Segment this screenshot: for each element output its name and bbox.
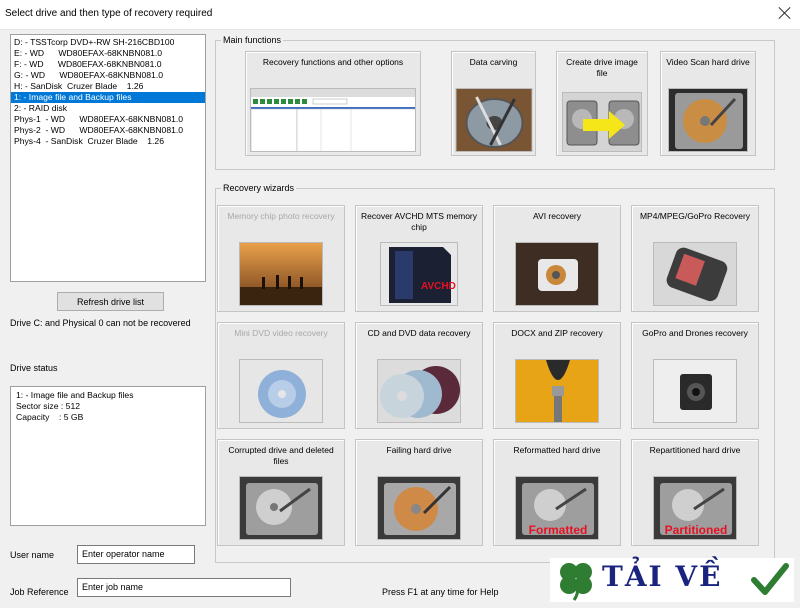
user-name-input[interactable]: Enter operator name xyxy=(77,545,195,564)
drive-status-label: Drive status xyxy=(10,363,58,373)
carving-knife-icon xyxy=(455,88,532,152)
tile-label: Video Scan hard drive xyxy=(666,57,750,67)
data-carving-tile[interactable]: Data carving xyxy=(451,51,536,156)
clover-icon xyxy=(560,563,592,601)
repartitioned-drive-tile[interactable]: Repartitioned hard drive Partitioned xyxy=(631,439,759,546)
partitioned-drive-icon: Partitioned xyxy=(653,476,737,540)
drive-item[interactable]: Phys-1 - WD WD80EFAX-68KNBN081.0 xyxy=(11,114,205,125)
status-line: 1: - Image file and Backup files xyxy=(16,390,134,400)
drive-item[interactable]: E: - WD WD80EFAX-68KNBN081.0 xyxy=(11,48,205,59)
mini-dvd-tile: Mini DVD video recovery xyxy=(217,322,345,429)
help-hint: Press F1 at any time for Help xyxy=(382,587,499,597)
partitioned-text: Partitioned xyxy=(665,523,728,537)
user-name-label: User name xyxy=(10,550,55,560)
create-drive-image-tile[interactable]: Create drive image file xyxy=(556,51,648,156)
avi-recovery-tile[interactable]: AVI recovery xyxy=(493,205,621,312)
tile-label: Repartitioned hard drive xyxy=(649,445,741,455)
tile-label: DOCX and ZIP recovery xyxy=(511,328,603,338)
sd-card-icon: AVCHD xyxy=(380,242,458,306)
job-reference-label: Job Reference xyxy=(10,587,69,597)
tile-label: CD and DVD data recovery xyxy=(367,328,471,338)
recovery-functions-tile[interactable]: Recovery functions and other options xyxy=(245,51,421,156)
drive-copy-icon xyxy=(562,92,642,152)
mini-dvd-icon xyxy=(239,359,323,423)
drive-item[interactable]: Phys-2 - WD WD80EFAX-68KNBN081.0 xyxy=(11,125,205,136)
status-line: Sector size : 512 xyxy=(16,401,81,411)
action-camera-icon xyxy=(653,359,737,423)
title-bar: Select drive and then type of recovery r… xyxy=(0,0,800,30)
tile-label: AVI recovery xyxy=(532,211,582,221)
main-functions-title: Main functions xyxy=(221,35,284,46)
drive-warning: Drive C: and Physical 0 can not be recov… xyxy=(10,318,191,328)
failing-hard-drive-tile[interactable]: Failing hard drive xyxy=(355,439,483,546)
memory-chip-photo-tile: Memory chip photo recovery xyxy=(217,205,345,312)
check-icon xyxy=(751,563,789,595)
tile-label: Recovery functions and other options xyxy=(262,57,404,67)
drive-status-box: 1: - Image file and Backup files Sector … xyxy=(10,386,206,526)
close-icon[interactable] xyxy=(778,6,792,20)
tile-label: MP4/MPEG/GoPro Recovery xyxy=(639,211,751,221)
tile-label: Mini DVD video recovery xyxy=(234,328,328,338)
cd-dvd-data-tile[interactable]: CD and DVD data recovery xyxy=(355,322,483,429)
drive-item[interactable]: Phys-4 - SanDisk Cruzer Blade 1.26 xyxy=(11,136,205,147)
job-reference-input[interactable]: Enter job name xyxy=(77,578,291,597)
sunset-photo-icon xyxy=(239,242,323,306)
avchd-mts-tile[interactable]: Recover AVCHD MTS memory chip AVCHD xyxy=(355,205,483,312)
docx-zip-tile[interactable]: DOCX and ZIP recovery xyxy=(493,322,621,429)
gopro-drones-tile[interactable]: GoPro and Drones recovery xyxy=(631,322,759,429)
drive-item[interactable]: 2: - RAID disk xyxy=(11,103,205,114)
status-line: Capacity : 5 GB xyxy=(16,412,84,422)
drive-item[interactable]: D: - TSSTcorp DVD+-RW SH-216CBD100 xyxy=(11,37,205,48)
video-scan-tile[interactable]: Video Scan hard drive xyxy=(660,51,756,156)
tile-label: Data carving xyxy=(469,57,518,67)
platter-hard-drive-icon xyxy=(377,476,461,540)
tile-label: Reformatted hard drive xyxy=(513,445,601,455)
zipper-icon xyxy=(515,359,599,423)
open-hard-drive-icon xyxy=(239,476,323,540)
tile-label: Memory chip photo recovery xyxy=(227,211,335,221)
formatted-text: Formatted xyxy=(529,523,588,537)
corrupted-drive-tile[interactable]: Corrupted drive and deleted files xyxy=(217,439,345,546)
drive-list[interactable]: D: - TSSTcorp DVD+-RW SH-216CBD100 E: - … xyxy=(10,34,206,282)
app-screenshot-thumbnail xyxy=(250,88,416,152)
drive-item-selected[interactable]: 1: - Image file and Backup files xyxy=(11,92,205,103)
reformatted-drive-tile[interactable]: Reformatted hard drive Formatted xyxy=(493,439,621,546)
formatted-drive-icon: Formatted xyxy=(515,476,599,540)
logo-text: TẢI VỀ xyxy=(602,560,723,593)
window-title: Select drive and then type of recovery r… xyxy=(5,8,213,19)
refresh-drive-list-button[interactable]: Refresh drive list xyxy=(57,292,164,311)
camera-icon xyxy=(515,242,599,306)
discs-icon xyxy=(377,359,461,423)
hard-drive-icon xyxy=(668,88,748,152)
phone-icon xyxy=(653,242,737,306)
tile-label: GoPro and Drones recovery xyxy=(642,328,748,338)
tile-label: Failing hard drive xyxy=(386,445,452,455)
recovery-wizards-title: Recovery wizards xyxy=(221,183,297,194)
mp4-mpeg-gopro-tile[interactable]: MP4/MPEG/GoPro Recovery xyxy=(631,205,759,312)
drive-item[interactable]: G: - WD WD80EFAX-68KNBN081.0 xyxy=(11,70,205,81)
drive-item[interactable]: H: - SanDisk Cruzer Blade 1.26 xyxy=(11,81,205,92)
tile-label: Create drive image file xyxy=(566,57,638,78)
tile-label: Corrupted drive and deleted files xyxy=(228,445,334,466)
avchd-text: AVCHD xyxy=(421,281,456,292)
drive-item[interactable]: F: - WD WD80EFAX-68KNBN081.0 xyxy=(11,59,205,70)
tile-label: Recover AVCHD MTS memory chip xyxy=(360,211,478,232)
logo: TẢI VỀ xyxy=(550,558,794,602)
